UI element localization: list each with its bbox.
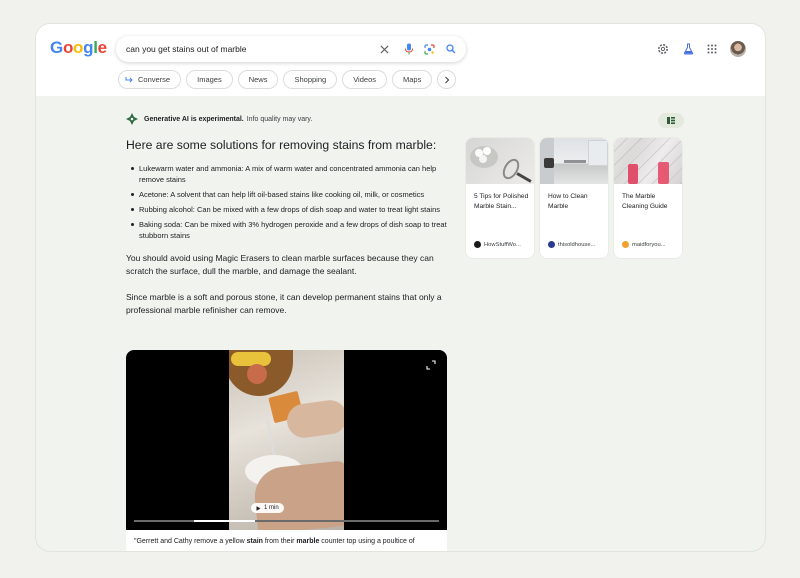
flask-icon[interactable]: [681, 42, 695, 56]
source-card[interactable]: The Marble Cleaning Guide maidforyou...: [614, 138, 682, 258]
card-source: thisoldhouse...: [548, 241, 595, 248]
expand-icon[interactable]: [426, 360, 436, 370]
list-item: Lukewarm water and ammonia: A mix of war…: [126, 163, 448, 185]
favicon-icon: [622, 241, 629, 248]
caption-text: from their: [262, 538, 297, 545]
logo-letter: G: [50, 38, 63, 57]
chip-more-button[interactable]: [437, 70, 457, 89]
logo-letter: e: [97, 38, 107, 57]
search-icon[interactable]: [444, 42, 458, 56]
source-card[interactable]: How to Clean Marble thisoldhouse...: [540, 138, 608, 258]
chip-label: Converse: [138, 75, 171, 84]
layout-icon: [667, 117, 675, 124]
logo-letter: g: [83, 38, 94, 57]
chip-label: Maps: [402, 75, 422, 84]
card-title: 5 Tips for Polished Marble Stain...: [474, 193, 529, 210]
source-name: maidforyou...: [632, 241, 666, 248]
apps-grid-icon[interactable]: [705, 42, 719, 56]
ai-notice-text: Info quality may vary.: [246, 115, 313, 123]
chip-maps[interactable]: Maps: [391, 70, 433, 89]
browser-window: Google can you get stains out of marble …: [36, 24, 765, 551]
chip-label: Images: [197, 75, 222, 84]
converse-arrow-icon: [125, 76, 133, 82]
search-header: Google can you get stains out of marble …: [36, 24, 765, 96]
video-thumbnail: [229, 350, 344, 530]
card-image-marble: [614, 138, 682, 184]
favicon-icon: [548, 241, 555, 248]
lens-icon[interactable]: [422, 42, 436, 56]
video-player[interactable]: 1 min: [126, 350, 447, 530]
source-name: thisoldhouse...: [558, 241, 596, 248]
solution-list: Lukewarm water and ammonia: A mix of war…: [126, 163, 448, 241]
list-item: Rubbing alcohol: Can be mixed with a few…: [126, 204, 448, 215]
card-source: HowStuffWo...: [474, 241, 521, 248]
source-name: HowStuffWo...: [484, 241, 521, 248]
chip-label: Videos: [353, 75, 376, 84]
chip-videos[interactable]: Videos: [342, 70, 387, 89]
answer-paragraph: Since marble is a soft and porous stone,…: [126, 292, 442, 315]
chip-label: Shopping: [294, 75, 327, 84]
favicon-icon: [474, 241, 481, 248]
answer-paragraph: You should avoid using Magic Erasers to …: [126, 253, 434, 276]
chip-shopping[interactable]: Shopping: [283, 70, 338, 89]
sparkle-icon: [126, 113, 138, 125]
logo-letter: o: [62, 38, 74, 57]
caption-text: "Gerrett and Cathy remove a yellow: [134, 538, 247, 545]
source-cards: 5 Tips for Polished Marble Stain... HowS…: [466, 138, 682, 258]
play-icon: [256, 505, 261, 511]
video-duration-badge: 1 min: [251, 503, 284, 513]
source-card[interactable]: 5 Tips for Polished Marble Stain... HowS…: [466, 138, 534, 258]
search-input[interactable]: [126, 44, 366, 54]
answer-heading: Here are some solutions for removing sta…: [126, 138, 437, 152]
layout-toggle-button[interactable]: [658, 113, 684, 128]
list-item: Baking soda: Can be mixed with 3% hydrog…: [126, 219, 448, 241]
list-item: Acetone: A solvent that can help lift oi…: [126, 189, 448, 200]
duration-text: 1 min: [264, 505, 279, 511]
video-progress-fill: [194, 520, 255, 522]
caption-text: counter top using a poultice of: [319, 538, 415, 545]
card-title: The Marble Cleaning Guide: [622, 193, 668, 210]
video-caption: "Gerrett and Cathy remove a yellow stain…: [126, 530, 447, 551]
ai-notice-bold: Generative AI is experimental.: [144, 115, 244, 123]
gear-icon[interactable]: [656, 42, 670, 56]
filter-chips: Converse Images News Shopping Videos Map…: [118, 70, 457, 89]
chip-converse[interactable]: Converse: [118, 70, 182, 89]
search-box: [116, 36, 466, 62]
close-icon[interactable]: [377, 42, 391, 56]
card-image-kitchen: [540, 138, 608, 184]
card-title: How to Clean Marble: [548, 193, 588, 210]
caption-highlight: stain: [246, 538, 263, 545]
card-source: maidforyou...: [622, 241, 666, 248]
avatar[interactable]: [730, 41, 746, 57]
chip-label: News: [248, 75, 268, 84]
video-progress-bar[interactable]: [134, 520, 439, 522]
chip-news[interactable]: News: [237, 70, 279, 89]
caption-highlight: marble: [296, 538, 320, 545]
logo-letter: o: [73, 38, 84, 57]
ai-answer: Here are some solutions for removing sta…: [126, 137, 448, 317]
google-logo[interactable]: Google: [50, 38, 107, 58]
card-image-eggs: [466, 138, 534, 184]
chevron-right-icon: [444, 76, 450, 83]
chip-images[interactable]: Images: [186, 70, 233, 89]
ai-notice: Generative AI is experimental. Info qual…: [126, 113, 312, 125]
mic-icon[interactable]: [402, 42, 416, 56]
